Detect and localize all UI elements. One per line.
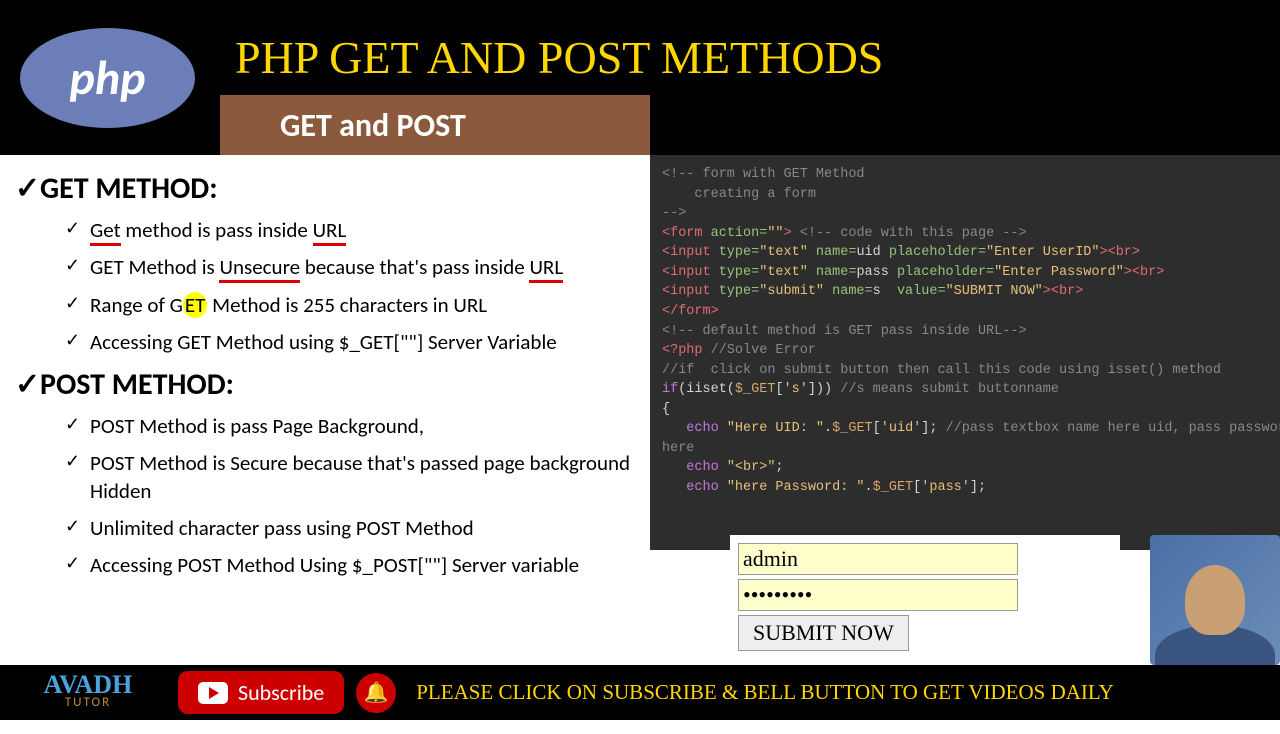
main-content: GET METHOD: Get method is pass inside UR… — [0, 155, 1280, 665]
channel-subtitle: TUTOR — [8, 695, 168, 710]
code-line: //if click on submit button then call th… — [662, 361, 1268, 381]
list-item: POST Method is Secure because that's pas… — [65, 450, 635, 505]
get-method-heading: GET METHOD: — [15, 170, 635, 207]
uid-input[interactable] — [738, 543, 1018, 575]
code-line: <input type="submit" name=s value="SUBMI… — [662, 282, 1268, 302]
footer-bar: AVADH TUTOR Subscribe 🔔 PLEASE CLICK ON … — [0, 665, 1280, 720]
page-title: PHP GET AND POST METHODS — [235, 31, 883, 84]
code-editor[interactable]: <!-- form with GET Method creating a for… — [650, 155, 1280, 550]
subscribe-label: Subscribe — [238, 679, 324, 706]
bell-icon[interactable]: 🔔 — [356, 673, 396, 713]
subscribe-button[interactable]: Subscribe — [178, 671, 344, 714]
code-line: echo "<br>"; — [662, 458, 1268, 478]
channel-name: AVADH — [8, 675, 168, 696]
code-line: { — [662, 400, 1268, 420]
code-line: <form action=""> <!-- code with this pag… — [662, 224, 1268, 244]
youtube-icon — [198, 682, 228, 704]
get-method-list: Get method is pass inside URL GET Method… — [15, 217, 635, 356]
footer-message: PLEASE CLICK ON SUBSCRIBE & BELL BUTTON … — [416, 680, 1114, 705]
slide-content: GET METHOD: Get method is pass inside UR… — [0, 155, 650, 665]
code-line: creating a form — [662, 185, 1268, 205]
php-logo-text: php — [70, 48, 146, 107]
code-line: </form> — [662, 302, 1268, 322]
list-item: Unlimited character pass using POST Meth… — [65, 515, 635, 542]
password-input[interactable] — [738, 579, 1018, 611]
code-line: here — [662, 439, 1268, 459]
code-line: <!-- form with GET Method — [662, 165, 1268, 185]
header-bar: php PHP GET AND POST METHODS GET and POS… — [0, 0, 1280, 155]
code-line: echo "here Password: ".$_GET['pass']; — [662, 478, 1268, 498]
section-subtitle: GET and POST — [220, 95, 650, 155]
list-item: POST Method is pass Page Background, — [65, 413, 635, 440]
post-method-heading: POST METHOD: — [15, 366, 635, 403]
presenter-avatar — [1150, 535, 1280, 665]
channel-logo: AVADH TUTOR — [8, 675, 168, 711]
code-line: echo "Here UID: ".$_GET['uid']; //pass t… — [662, 419, 1268, 439]
list-item: Accessing POST Method Using $_POST[""] S… — [65, 552, 635, 579]
code-line: if(iiset($_GET['s'])) //s means submit b… — [662, 380, 1268, 400]
list-item: Get method is pass inside URL — [65, 217, 635, 244]
code-line: --> — [662, 204, 1268, 224]
code-line: <?php //Solve Error — [662, 341, 1268, 361]
code-line: <input type="text" name=pass placeholder… — [662, 263, 1268, 283]
post-method-list: POST Method is pass Page Background, POS… — [15, 413, 635, 579]
code-line: <input type="text" name=uid placeholder=… — [662, 243, 1268, 263]
submit-button[interactable]: SUBMIT NOW — [738, 615, 909, 651]
list-item: GET Method is Unsecure because that's pa… — [65, 254, 635, 281]
php-logo: php — [20, 28, 195, 128]
list-item: Range of GET Method is 255 characters in… — [65, 292, 635, 319]
code-line: <!-- default method is GET pass inside U… — [662, 322, 1268, 342]
list-item: Accessing GET Method using $_GET[""] Ser… — [65, 329, 635, 356]
